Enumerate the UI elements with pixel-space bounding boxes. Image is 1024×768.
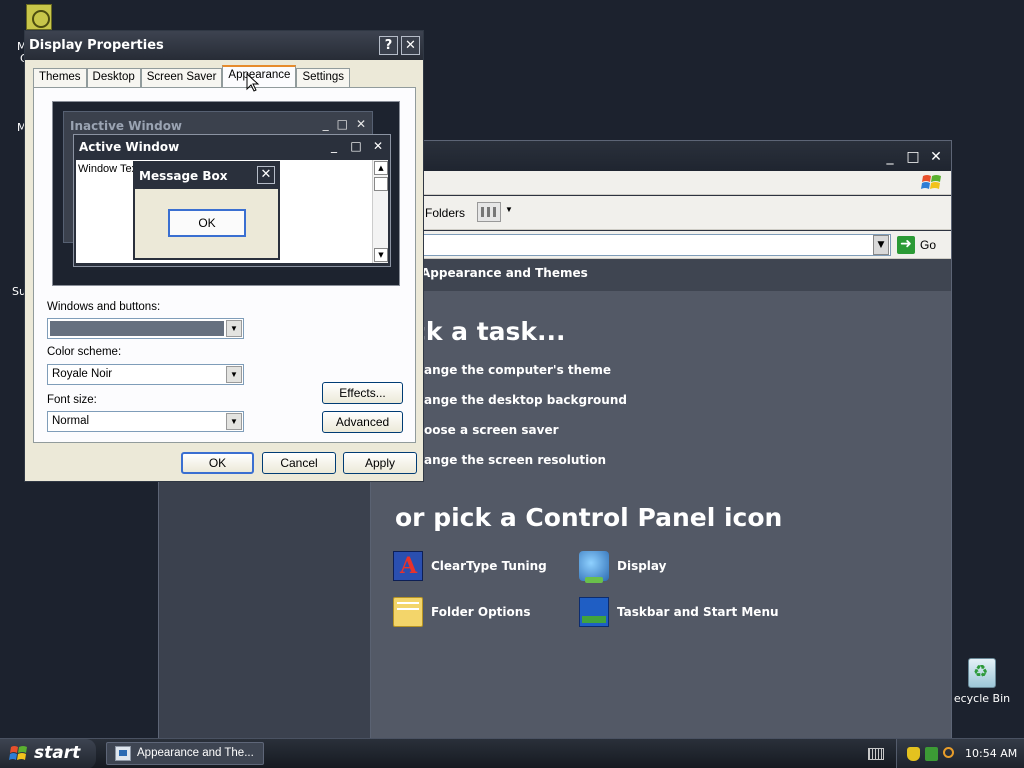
- apply-button[interactable]: Apply: [343, 452, 417, 474]
- dialog-title: Display Properties: [29, 38, 164, 53]
- maximize-icon: □: [336, 117, 348, 131]
- preview-window-text: Window Text: [78, 163, 141, 175]
- views-icon[interactable]: [477, 202, 501, 222]
- tab-screen-saver[interactable]: Screen Saver: [140, 68, 223, 87]
- task-change-theme[interactable]: ange the computer's theme: [424, 363, 611, 377]
- windows-logo-icon: [921, 175, 941, 189]
- chevron-down-icon[interactable]: ▼: [226, 320, 242, 337]
- tab-settings[interactable]: Settings: [296, 68, 351, 87]
- taskbar-start-menu-label: Taskbar and Start Menu: [617, 605, 779, 619]
- advanced-button[interactable]: Advanced: [322, 411, 403, 433]
- scroll-thumb: [374, 177, 388, 191]
- close-icon[interactable]: ✕: [927, 148, 945, 166]
- minimize-icon: _: [322, 117, 329, 131]
- desktop-shortcut-icon[interactable]: [26, 4, 52, 30]
- display-item[interactable]: Display: [579, 551, 667, 583]
- dialog-titlebar[interactable]: Display Properties ? ✕: [25, 31, 423, 60]
- pick-task-heading: ck a task...: [411, 317, 566, 346]
- ok-button[interactable]: OK: [181, 452, 254, 474]
- font-size-value: Normal: [52, 415, 90, 427]
- color-scheme-select[interactable]: Royale Noir ▼: [47, 364, 244, 385]
- pick-icon-heading: or pick a Control Panel icon: [395, 503, 783, 532]
- task-change-resolution[interactable]: ange the screen resolution: [424, 453, 606, 467]
- security-shield-icon[interactable]: [907, 747, 920, 761]
- color-scheme-label: Color scheme:: [47, 346, 122, 358]
- network-icon[interactable]: [925, 747, 938, 761]
- start-button[interactable]: start: [0, 739, 96, 768]
- taskbar-window-label: Appearance and The...: [137, 747, 254, 759]
- search-icon[interactable]: [943, 747, 954, 758]
- folder-options-item[interactable]: Folder Options: [393, 597, 530, 627]
- taskbar-icon: [579, 597, 609, 627]
- style-swatch: [50, 321, 224, 336]
- tab-desktop[interactable]: Desktop: [86, 68, 141, 87]
- close-icon: ✕: [372, 139, 384, 153]
- taskbar-start-menu-item[interactable]: Taskbar and Start Menu: [579, 597, 779, 627]
- mouse-cursor-icon: [246, 73, 260, 92]
- views-dropdown-icon[interactable]: ▼: [505, 205, 513, 214]
- display-icon: [579, 551, 609, 583]
- folder-options-label: Folder Options: [431, 605, 531, 619]
- windows-and-buttons-label: Windows and buttons:: [47, 301, 161, 313]
- recycle-bin-label: ecycle Bin: [953, 692, 1011, 705]
- keyboard-icon[interactable]: [868, 748, 884, 760]
- close-icon: ✕: [355, 117, 366, 131]
- clock[interactable]: 10:54 AM: [965, 747, 1017, 760]
- control-panel-icon: [115, 746, 131, 761]
- font-size-label: Font size:: [47, 394, 97, 406]
- folders-button[interactable]: Folders: [425, 206, 465, 220]
- help-icon[interactable]: ?: [379, 36, 398, 55]
- chevron-down-icon[interactable]: ▼: [226, 413, 242, 430]
- minimize-icon[interactable]: _: [881, 148, 899, 166]
- task-choose-screensaver[interactable]: oose a screen saver: [424, 423, 559, 437]
- scroll-up-icon: ▲: [374, 161, 388, 175]
- system-tray: 10:54 AM: [896, 739, 1024, 768]
- chevron-down-icon[interactable]: ▼: [226, 366, 242, 383]
- tab-strip: Themes Desktop Screen Saver Appearance S…: [33, 65, 351, 88]
- maximize-icon: □: [350, 139, 362, 153]
- appearance-panel: Inactive Window _ □ ✕ Active Window _ □ …: [33, 87, 416, 443]
- appearance-preview: Inactive Window _ □ ✕ Active Window _ □ …: [52, 101, 400, 286]
- minimize-icon: _: [331, 139, 337, 153]
- display-label: Display: [617, 559, 667, 573]
- preview-scrollbar: ▲ ▼: [372, 160, 388, 263]
- scroll-down-icon: ▼: [374, 248, 388, 262]
- tab-themes[interactable]: Themes: [33, 68, 87, 87]
- effects-button[interactable]: Effects...: [322, 382, 403, 404]
- go-arrow-icon[interactable]: ➜: [897, 236, 915, 254]
- windows-logo-icon: [9, 746, 27, 760]
- control-panel-content: Appearance and Themes ck a task... ange …: [371, 259, 951, 738]
- recycle-bin[interactable]: ecycle Bin: [952, 658, 1012, 705]
- start-label: start: [34, 743, 81, 763]
- category-header: Appearance and Themes: [371, 259, 951, 291]
- font-size-select[interactable]: Normal ▼: [47, 411, 244, 432]
- color-scheme-value: Royale Noir: [52, 368, 113, 380]
- task-change-background[interactable]: ange the desktop background: [424, 393, 627, 407]
- address-dropdown-icon[interactable]: ▼: [873, 235, 889, 255]
- recycle-bin-icon: [968, 658, 996, 688]
- close-icon: ✕: [257, 166, 275, 184]
- preview-inactive-title: Inactive Window: [70, 119, 183, 133]
- cleartype-tuning-item[interactable]: ClearType Tuning: [393, 551, 547, 581]
- cleartype-label: ClearType Tuning: [431, 559, 547, 573]
- go-button[interactable]: Go: [920, 238, 936, 252]
- cleartype-icon: [393, 551, 423, 581]
- taskbar: start Appearance and The... 10:54 AM: [0, 738, 1024, 768]
- cancel-button[interactable]: Cancel: [262, 452, 336, 474]
- display-properties-dialog: Display Properties ? ✕ Themes Desktop Sc…: [24, 30, 424, 482]
- preview-message-box: Message Box ✕ OK: [133, 161, 280, 260]
- maximize-icon[interactable]: □: [904, 148, 922, 166]
- preview-active-title: Active Window: [79, 140, 180, 154]
- taskbar-window-button[interactable]: Appearance and The...: [106, 742, 264, 765]
- folder-options-icon: [393, 597, 423, 627]
- preview-ok-button: OK: [168, 209, 246, 237]
- windows-and-buttons-select[interactable]: ▼: [47, 318, 244, 339]
- close-icon[interactable]: ✕: [401, 36, 420, 55]
